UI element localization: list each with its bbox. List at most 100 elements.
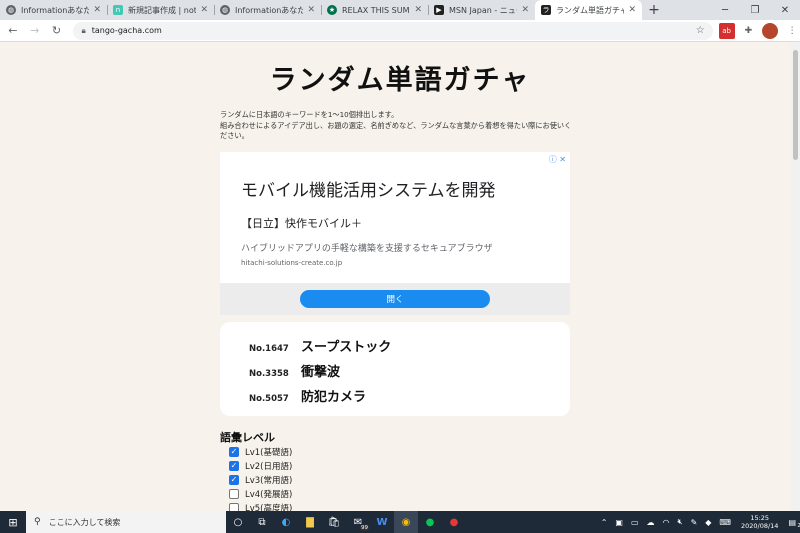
result-row: No.3358 衝撃波: [249, 361, 340, 380]
level-checkbox-lv3[interactable]: ✓ Lv3(常用語): [229, 474, 292, 486]
chevron-up-icon[interactable]: ⌃: [601, 518, 608, 527]
window-controls: ─ ❐ ✕: [710, 0, 800, 20]
browser-toolbar: ← → ↻ 🔒︎ tango-gacha.com ☆ ab ✚ ⋮: [0, 20, 800, 42]
notification-center-icon[interactable]: ▤24: [788, 518, 800, 529]
intro-line: ランダムに日本語のキーワードを1〜10個排出します。: [220, 110, 399, 119]
volume-muted-icon[interactable]: 🔇︎: [678, 517, 683, 527]
back-arrow-icon[interactable]: ←: [4, 22, 22, 40]
new-tab-button[interactable]: +: [644, 0, 664, 20]
ad-footer: 開く: [220, 283, 570, 315]
bookmark-star-icon[interactable]: ☆: [696, 25, 705, 36]
edge-icon[interactable]: ◐: [274, 511, 298, 533]
checkbox-unchecked-icon[interactable]: [229, 503, 239, 511]
wifi-icon[interactable]: ◠: [663, 518, 670, 527]
dropbox-icon[interactable]: ◆: [705, 518, 711, 527]
browser-tab[interactable]: ★ RELAX THIS SUMMER V ✕: [321, 0, 428, 20]
app-red-icon[interactable]: ●: [442, 511, 466, 533]
clock-date: 2020/08/14: [740, 522, 779, 530]
ad-domain: hitachi-solutions-create.co.jp: [241, 259, 343, 267]
tab-title: Informationあなたの周り: [235, 5, 304, 15]
tab-title: Informationあなたの周り: [21, 5, 90, 15]
result-number: No.5057: [249, 394, 289, 404]
level-section-title: 語彙レベル: [220, 431, 275, 444]
clock[interactable]: 15:25 2020/08/14: [741, 514, 778, 530]
checkbox-checked-icon[interactable]: ✓: [229, 475, 239, 485]
level-checkbox-lv1[interactable]: ✓ Lv1(基礎語): [229, 446, 292, 458]
camera-icon[interactable]: ▣: [615, 518, 623, 527]
result-word: スープストック: [301, 340, 392, 355]
system-tray: ⌃ ▣ ▭ ☁ ◠ 🔇︎ ✎ ◆ ⌨ 15:25 2020/08/14 ▤24: [597, 511, 800, 533]
close-tab-icon[interactable]: ✕: [521, 5, 529, 15]
lock-icon: 🔒︎: [81, 25, 86, 35]
battery-icon[interactable]: ▭: [631, 518, 639, 527]
globe-icon: ◍: [220, 5, 230, 15]
taskbar-search-box[interactable]: ⚲ ここに入力して検索: [26, 511, 226, 533]
reload-icon[interactable]: ↻: [48, 22, 66, 40]
taskbar-search-placeholder: ここに入力して検索: [48, 517, 121, 527]
result-row: No.1647 スープストック: [249, 336, 391, 355]
taskbar: ⊞ ⚲ ここに入力して検索 ○ ⧉ ◐ ▇ 🛍︎ ✉ 99 W ◉ ● ● ⌃ ▣…: [0, 511, 800, 533]
level-label[interactable]: Lv2(日用語): [245, 460, 292, 472]
forward-arrow-icon[interactable]: →: [26, 22, 44, 40]
level-label[interactable]: Lv1(基礎語): [245, 446, 292, 458]
ad-banner[interactable]: ⓘ ✕ モバイル機能活用システムを開発 【日立】快作モバイル＋ ハイブリッドアプ…: [220, 152, 570, 315]
task-view-icon[interactable]: ⧉: [250, 511, 274, 533]
close-tab-icon[interactable]: ✕: [307, 5, 315, 15]
starbucks-icon: ★: [327, 5, 337, 15]
browser-tab[interactable]: ◍ Informationあなたの周り ✕: [214, 0, 321, 20]
tab-title: ランダム単語ガチャ | ランダ: [556, 5, 625, 15]
intro-line: 組み合わせによるアイデア出し、お題の選定、名前ぎめなど、ランダムな言葉から着想を…: [220, 120, 572, 141]
ad-choices-icon[interactable]: ⓘ ✕: [549, 154, 566, 165]
level-label[interactable]: Lv5(高度語): [245, 502, 292, 511]
browser-tab-active[interactable]: ラ ランダム単語ガチャ | ランダ ✕: [535, 0, 642, 20]
checkbox-checked-icon[interactable]: ✓: [229, 461, 239, 471]
ad-open-button[interactable]: 開く: [300, 290, 490, 308]
close-tab-icon[interactable]: ✕: [93, 5, 101, 15]
note-icon: n: [113, 5, 123, 15]
store-icon[interactable]: 🛍︎: [322, 511, 346, 533]
close-tab-icon[interactable]: ✕: [414, 5, 422, 15]
keyboard-icon[interactable]: ⌨: [719, 518, 731, 527]
checkbox-unchecked-icon[interactable]: [229, 489, 239, 499]
browser-tab[interactable]: ◍ Informationあなたの周り ✕: [0, 0, 107, 20]
level-checkbox-lv4[interactable]: Lv4(発展語): [229, 488, 292, 500]
globe-icon: ◍: [6, 5, 16, 15]
close-tab-icon[interactable]: ✕: [200, 5, 208, 15]
tab-strip: ◍ Informationあなたの周り ✕ n 新規記事作成 | note ✕ …: [0, 0, 800, 20]
level-label[interactable]: Lv4(発展語): [245, 488, 292, 500]
browser-tab[interactable]: ▶ MSN Japan - ニュース、天 ✕: [428, 0, 535, 20]
level-checkbox-lv2[interactable]: ✓ Lv2(日用語): [229, 460, 292, 472]
level-checkbox-lv5[interactable]: Lv5(高度語): [229, 502, 292, 511]
level-label[interactable]: Lv3(常用語): [245, 474, 292, 486]
close-window-icon[interactable]: ✕: [770, 0, 800, 20]
ad-subheadline[interactable]: 【日立】快作モバイル＋: [241, 215, 362, 231]
cloud-icon[interactable]: ☁: [647, 518, 655, 527]
ad-headline[interactable]: モバイル機能活用システムを開発: [241, 176, 496, 201]
browser-tab[interactable]: n 新規記事作成 | note ✕: [107, 0, 214, 20]
mail-icon[interactable]: ✉ 99: [346, 511, 370, 533]
minimize-icon[interactable]: ─: [710, 0, 740, 20]
scrollbar-thumb[interactable]: [793, 50, 798, 160]
word-icon[interactable]: W: [370, 511, 394, 533]
menu-kebab-icon[interactable]: ⋮: [784, 23, 800, 39]
result-number: No.3358: [249, 369, 289, 379]
close-tab-icon[interactable]: ✕: [628, 5, 636, 15]
windows-start-icon[interactable]: ⊞: [0, 511, 26, 533]
avatar[interactable]: [762, 22, 779, 39]
page-scrollbar[interactable]: [791, 42, 800, 511]
address-bar[interactable]: 🔒︎ tango-gacha.com ☆: [73, 21, 713, 40]
result-word: 防犯カメラ: [301, 390, 367, 405]
line-icon[interactable]: ●: [418, 511, 442, 533]
pen-icon[interactable]: ✎: [691, 518, 698, 527]
puzzle-extensions-icon[interactable]: ✚: [741, 23, 757, 39]
extension-icon[interactable]: ab: [718, 22, 735, 39]
mail-badge: 99: [360, 525, 369, 531]
explorer-folder-icon[interactable]: ▇: [298, 511, 322, 533]
cortana-icon[interactable]: ○: [226, 511, 250, 533]
restore-icon[interactable]: ❐: [740, 0, 770, 20]
chrome-icon[interactable]: ◉: [394, 511, 418, 533]
checkbox-checked-icon[interactable]: ✓: [229, 447, 239, 457]
site-logo[interactable]: ランダム単語ガチャ: [0, 58, 800, 97]
tab-title: MSN Japan - ニュース、天: [449, 5, 517, 15]
result-word: 衝撃波: [301, 365, 341, 380]
